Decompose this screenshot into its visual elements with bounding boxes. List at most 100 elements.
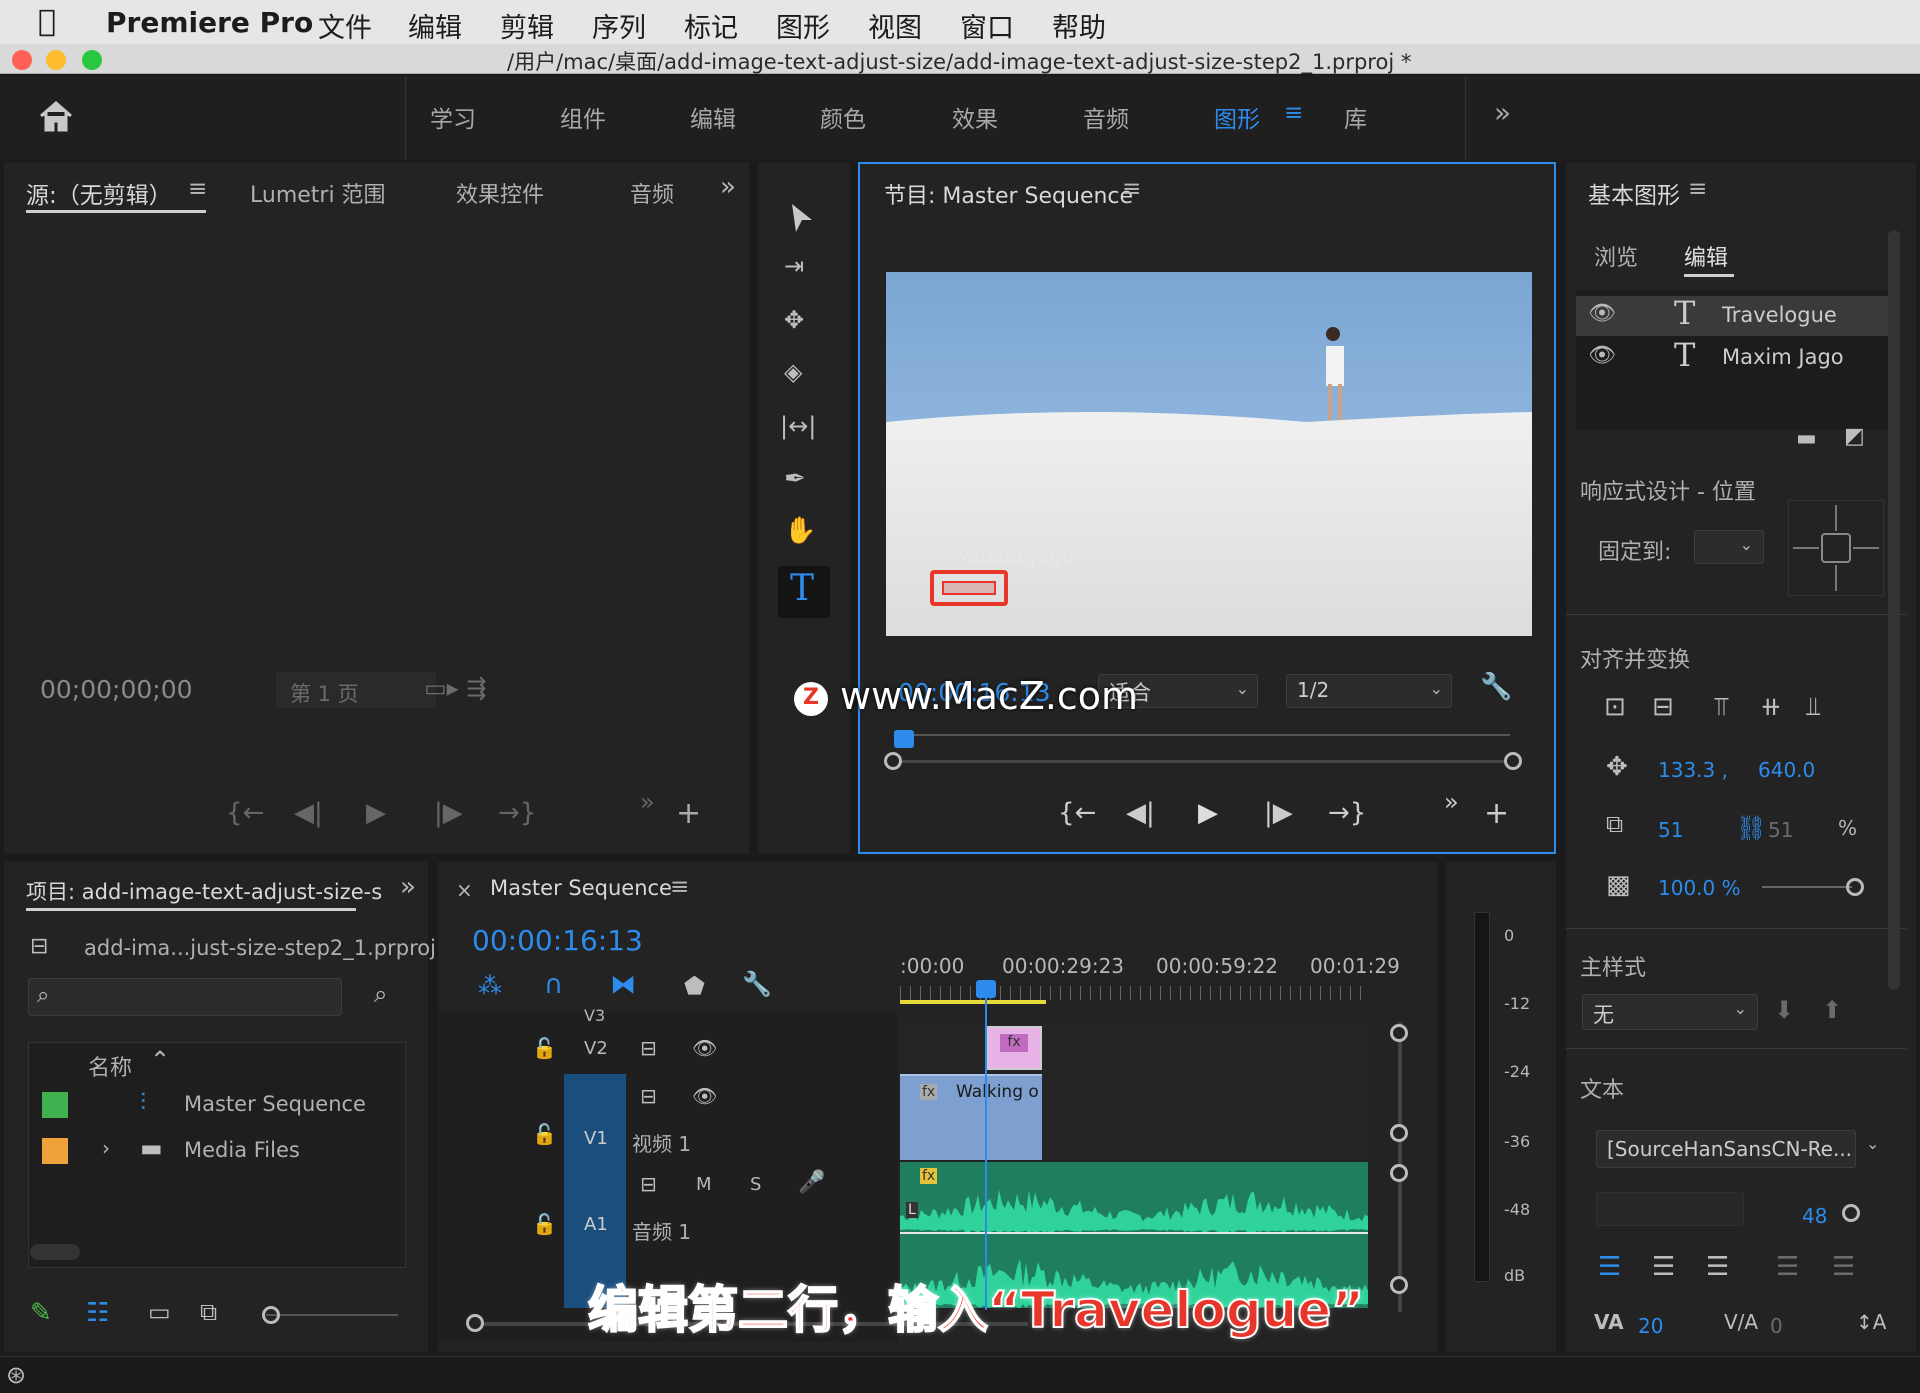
align-vertical-center-icon[interactable]: ⊡ <box>1604 692 1626 722</box>
kerning-value[interactable]: 0 <box>1770 1314 1783 1338</box>
program-title[interactable]: 节目: Master Sequence <box>884 178 1133 210</box>
source-go-to-in-button[interactable]: {← <box>226 798 264 828</box>
font-size-slider-handle[interactable] <box>1842 1204 1860 1222</box>
leading-icon[interactable]: ↕A <box>1856 1310 1886 1334</box>
tab-source[interactable]: 源:（无剪辑） <box>26 176 172 210</box>
type-tool-icon[interactable]: T <box>790 568 814 609</box>
pin-widget[interactable] <box>1788 500 1884 596</box>
program-go-to-in-button[interactable]: {← <box>1058 798 1096 828</box>
zoom-window-icon[interactable] <box>82 50 102 70</box>
sync-lock-icon[interactable]: ⊟ <box>640 1172 657 1196</box>
workspace-assembly[interactable]: 组件 <box>560 100 606 134</box>
timeline-playhead[interactable] <box>976 980 996 998</box>
icon-view-icon[interactable]: ▭ <box>148 1298 171 1326</box>
layer-name[interactable]: Travelogue <box>1722 303 1837 327</box>
source-add-button[interactable]: + <box>676 796 701 831</box>
folder-icon[interactable]: ▬ <box>1796 426 1817 451</box>
menu-clip[interactable]: 剪辑 <box>500 6 554 45</box>
font-style-select[interactable] <box>1596 1192 1744 1226</box>
project-overflow-icon[interactable]: » <box>400 872 416 902</box>
menu-view[interactable]: 视图 <box>868 6 922 45</box>
program-go-to-out-button[interactable]: →} <box>1328 798 1366 828</box>
menu-sequence[interactable]: 序列 <box>592 6 646 45</box>
creative-cloud-icon[interactable]: ⊛ <box>6 1361 26 1389</box>
timeline-menu-icon[interactable]: ≡ <box>670 874 689 900</box>
align-bottom-icon[interactable]: ⫫ <box>1806 692 1821 723</box>
program-more-button[interactable]: » <box>1444 788 1459 816</box>
layer-row-maxim-jago[interactable]: 👁 T Maxim Jago <box>1576 336 1896 378</box>
nest-icon[interactable]: ⁂ <box>478 972 502 1000</box>
workspace-libraries[interactable]: 库 <box>1344 100 1367 134</box>
add-marker-icon[interactable]: ⬟ <box>684 972 705 1000</box>
zoom-slider-handle[interactable] <box>262 1306 280 1324</box>
zoom-handle-left[interactable] <box>884 752 902 770</box>
list-item[interactable]: › ▬ Media Files <box>28 1128 406 1174</box>
align-middle-icon[interactable]: ⧺ <box>1760 692 1782 722</box>
push-style-icon[interactable]: ⬇ <box>1774 996 1794 1024</box>
layer-row-travelogue[interactable]: 👁 T Travelogue <box>1576 294 1896 336</box>
workspace-overflow-icon[interactable]: » <box>1494 96 1511 129</box>
selection-tool-icon[interactable] <box>788 202 816 234</box>
chevron-down-icon[interactable]: ⌄ <box>1866 1134 1879 1153</box>
track-select-tool-icon[interactable]: ⇥ <box>784 252 804 280</box>
source-step-back-button[interactable]: ◀| <box>294 798 323 828</box>
track-a1-label[interactable]: A1 <box>584 1214 608 1235</box>
work-area-bar[interactable] <box>900 1000 1046 1004</box>
lock-icon[interactable]: 🔓 <box>532 1036 557 1060</box>
tab-effect-controls[interactable]: 效果控件 <box>456 177 544 209</box>
align-left-icon[interactable]: ☰ <box>1598 1252 1621 1282</box>
master-style-select[interactable]: 无 ⌄ <box>1582 994 1758 1030</box>
slip-tool-icon[interactable]: |↔| <box>780 412 816 440</box>
link-scale-icon[interactable]: ⛓ <box>1736 814 1766 842</box>
opacity-slider-handle[interactable] <box>1846 878 1864 896</box>
label-color-swatch[interactable] <box>42 1138 68 1164</box>
scroll-handle[interactable] <box>466 1314 484 1332</box>
track-v2[interactable] <box>900 1024 1368 1072</box>
home-icon[interactable] <box>38 100 74 132</box>
align-horizontal-center-icon[interactable]: ⊟ <box>1652 692 1674 722</box>
razor-tool-icon[interactable]: ◈ <box>784 358 802 386</box>
timeline-title[interactable]: Master Sequence <box>490 876 672 900</box>
linked-selection-icon[interactable]: ⧓ <box>610 970 636 1000</box>
pen-tool-icon[interactable]: ✒ <box>784 464 806 494</box>
mute-button[interactable]: M <box>696 1174 712 1195</box>
align-top-icon[interactable]: ⫪ <box>1714 692 1729 723</box>
tab-browse[interactable]: 浏览 <box>1594 240 1638 272</box>
zoom-handle-right[interactable] <box>1504 752 1522 770</box>
program-ruler[interactable] <box>900 734 1510 736</box>
item-name[interactable]: Media Files <box>184 1138 300 1162</box>
opacity-slider[interactable] <box>1762 886 1852 888</box>
zoom-slider[interactable] <box>266 1314 398 1316</box>
minimize-window-icon[interactable] <box>46 50 66 70</box>
timeline-timecode[interactable]: 00:00:16:13 <box>472 924 643 957</box>
position-x-value[interactable]: 133.3 , <box>1658 758 1728 782</box>
program-add-button[interactable]: + <box>1484 796 1509 831</box>
text-layer-highlight-box[interactable] <box>930 570 1008 606</box>
position-y-value[interactable]: 640.0 <box>1758 758 1815 782</box>
pull-style-icon[interactable]: ⬆ <box>1822 996 1842 1024</box>
ripple-edit-tool-icon[interactable]: ✥ <box>784 306 804 334</box>
eye-icon[interactable]: 👁 <box>692 1084 717 1108</box>
eg-title[interactable]: 基本图形 <box>1588 176 1680 210</box>
scroll-handle[interactable] <box>1390 1024 1408 1042</box>
new-layer-icon[interactable]: ◩ <box>1844 424 1865 449</box>
workspace-color[interactable]: 颜色 <box>820 100 866 134</box>
eye-icon[interactable]: 👁 <box>1588 343 1616 368</box>
chevron-right-icon[interactable]: › <box>102 1136 110 1160</box>
menu-marker[interactable]: 标记 <box>684 6 738 45</box>
source-go-to-out-button[interactable]: →} <box>498 798 536 828</box>
track-v2-label[interactable]: V2 <box>584 1038 608 1059</box>
sync-lock-icon[interactable]: ⊟ <box>640 1036 657 1060</box>
scroll-handle[interactable] <box>1390 1276 1408 1294</box>
tab-audio-mixer[interactable]: 音频 <box>630 177 674 209</box>
align-center-icon[interactable]: ☰ <box>1652 1252 1675 1282</box>
close-tab-icon[interactable]: × <box>456 878 473 902</box>
tracking-value[interactable]: 20 <box>1638 1314 1663 1338</box>
source-step-forward-button[interactable]: |▶ <box>434 798 463 828</box>
list-item[interactable]: ⫶ Master Sequence <box>28 1082 406 1128</box>
find-icon[interactable]: ⌕ <box>374 980 387 1008</box>
microphone-icon[interactable]: 🎤 <box>798 1170 825 1195</box>
eg-menu-icon[interactable]: ≡ <box>1688 176 1707 202</box>
workspace-graphics[interactable]: 图形 <box>1214 100 1260 134</box>
column-header-name[interactable]: 名称 <box>88 1050 132 1082</box>
